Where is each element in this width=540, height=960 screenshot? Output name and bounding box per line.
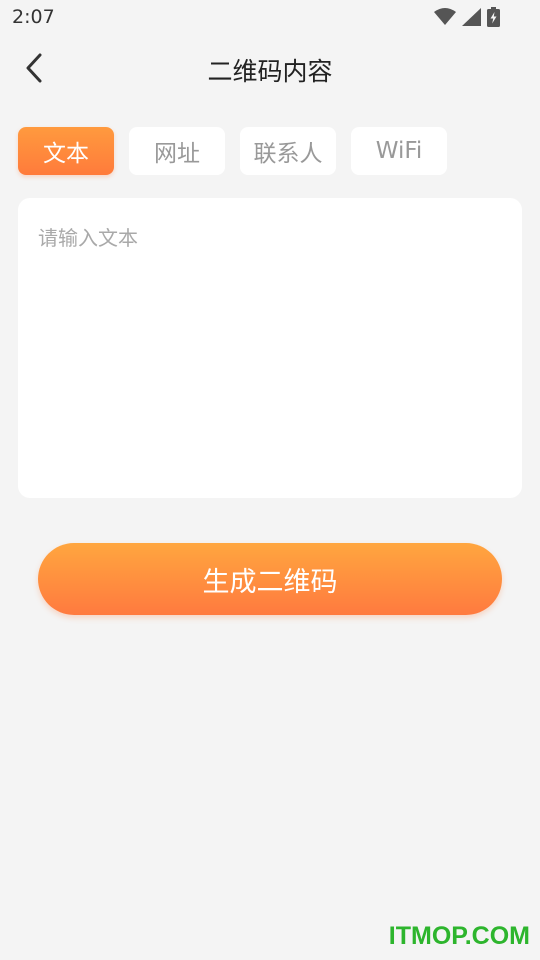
tab-contact[interactable]: 联系人 (240, 127, 336, 175)
app-bar: 二维码内容 (0, 36, 540, 102)
generate-qr-button[interactable]: 生成二维码 (38, 543, 502, 615)
status-icons (434, 7, 500, 31)
battery-icon (487, 7, 500, 31)
page-title: 二维码内容 (207, 57, 333, 86)
text-input[interactable] (18, 198, 522, 498)
tab-url[interactable]: 网址 (129, 127, 225, 175)
cellular-signal-icon (462, 8, 481, 30)
content-type-tabs: 文本 网址 联系人 WiFi (18, 127, 447, 175)
tab-wifi[interactable]: WiFi (351, 127, 447, 175)
status-bar: 2:07 (0, 0, 540, 36)
wifi-icon (434, 8, 456, 30)
tab-text[interactable]: 文本 (18, 127, 114, 175)
status-time: 2:07 (12, 6, 55, 28)
watermark-logo: ITMOP.COM (388, 922, 530, 950)
text-input-card (18, 198, 522, 498)
